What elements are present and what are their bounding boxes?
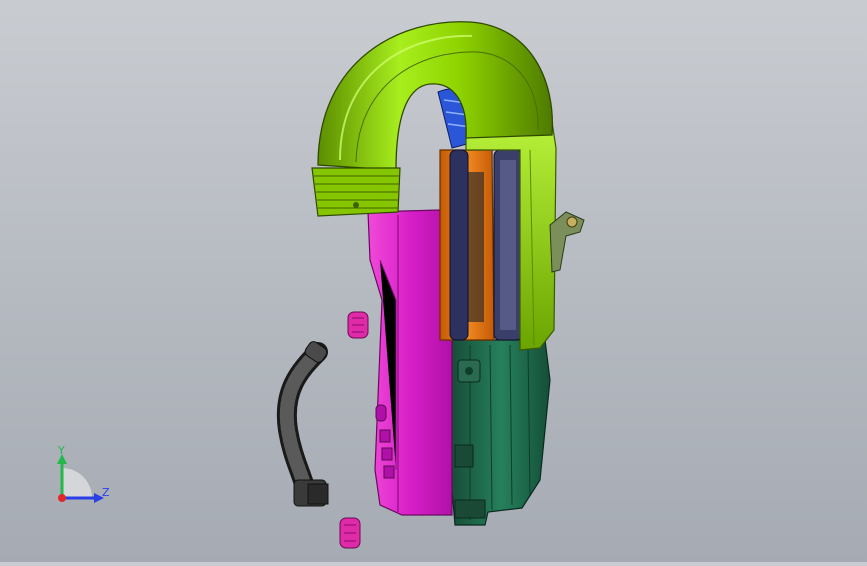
coordinate-triad: Y Z — [57, 444, 110, 503]
3d-viewport[interactable]: Y Z — [0, 0, 867, 562]
lower-housing[interactable] — [451, 339, 551, 526]
pink-grommet[interactable] — [339, 517, 361, 549]
cad-model[interactable]: Y Z — [0, 0, 867, 562]
corrugated-hose[interactable] — [276, 340, 329, 507]
pink-grommet[interactable] — [347, 311, 369, 339]
y-axis-label: Y — [57, 444, 65, 457]
bracket-sensor[interactable] — [549, 211, 585, 273]
z-axis-label: Z — [102, 486, 110, 499]
x-axis-origin — [58, 494, 66, 502]
